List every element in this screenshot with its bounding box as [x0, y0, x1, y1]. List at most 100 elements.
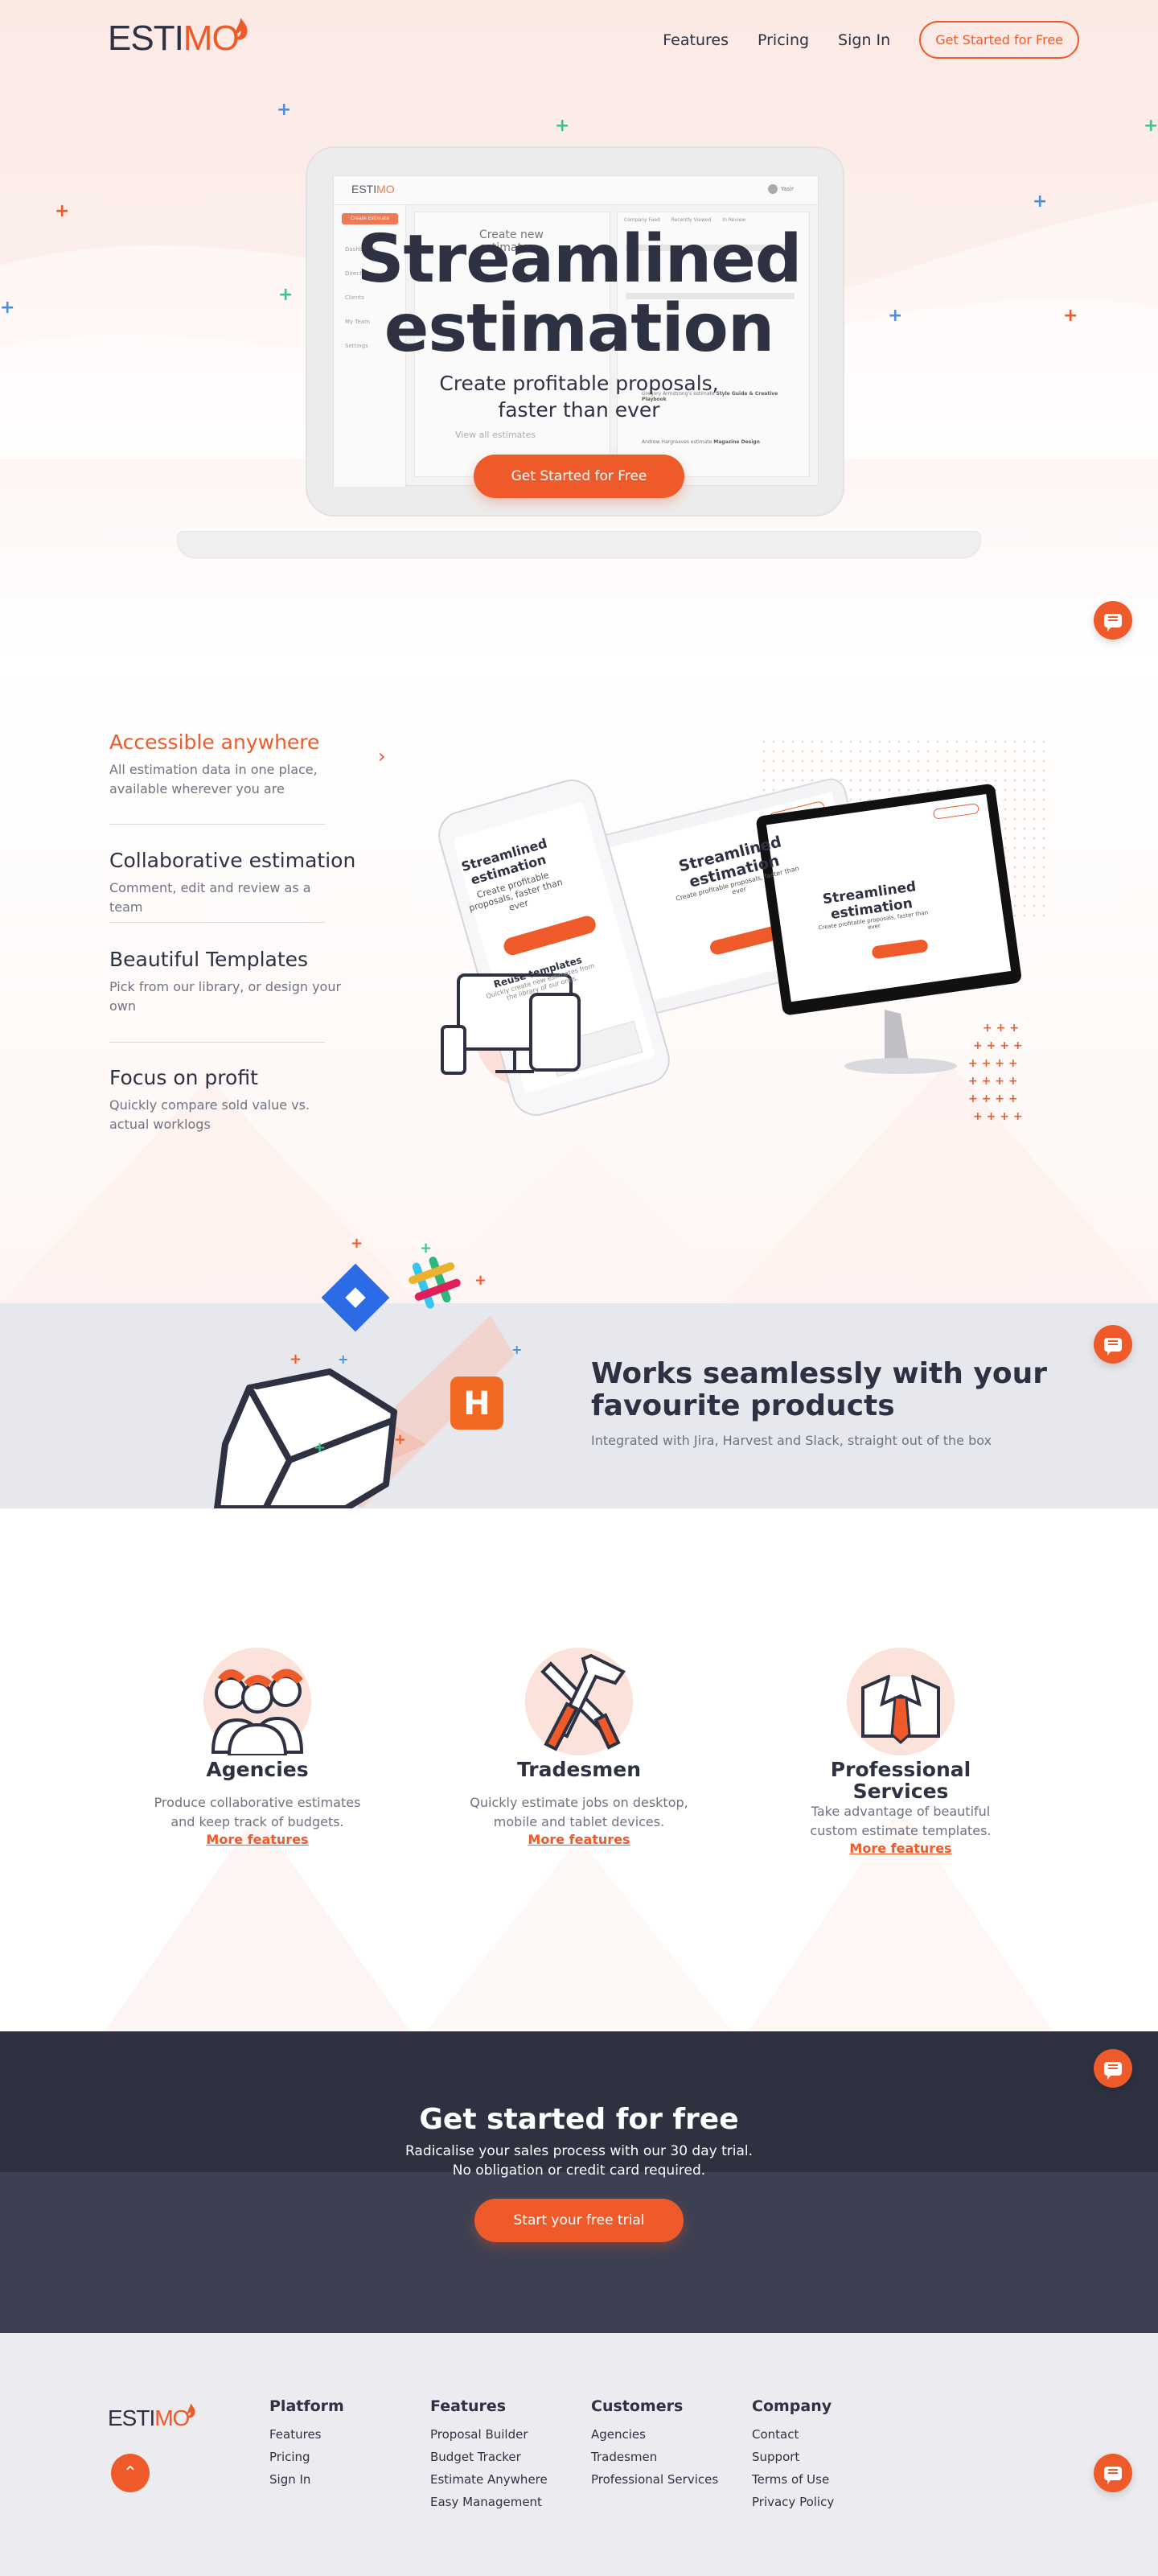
more-features-link[interactable]: More features [528, 1832, 630, 1847]
harvest-logo-letter: H [463, 1385, 490, 1422]
feature-divider [109, 824, 325, 825]
feature-title: Focus on profit [109, 1066, 258, 1089]
mock-logo-accent: MO [376, 183, 395, 195]
audience-title: Professional Services [830, 1758, 971, 1803]
footer-logo-text-main: ESTI [108, 2405, 155, 2430]
mock-avatar [768, 184, 778, 194]
nav-link-pricing[interactable]: Pricing [758, 31, 809, 49]
feature-item-collaborative[interactable]: Collaborative estimation Comment, edit a… [109, 849, 375, 917]
feature-title: Beautiful Templates [109, 948, 309, 971]
cta-line: Radicalise your sales process with our 3… [404, 2143, 754, 2159]
footer-link[interactable]: Estimate Anywhere [430, 2468, 548, 2491]
tools-icon [540, 1653, 626, 1751]
mock-view-all: View all estimates [455, 430, 536, 440]
svg-text:+: + [290, 1351, 302, 1368]
footer-col-customers: Customers Agencies Tradesmen Professiona… [591, 2397, 718, 2491]
hero-get-started-button[interactable]: Get Started for Free [474, 455, 684, 498]
sparkle-icon: + [1144, 116, 1158, 136]
feature-divider [109, 1042, 325, 1043]
top-nav: ESTIMO Features Pricing Sign In Get Star… [0, 14, 1158, 63]
tradesmen-illustration [525, 1648, 633, 1755]
nav-get-started-button[interactable]: Get Started for Free [919, 21, 1079, 59]
feature-item-templates[interactable]: Beautiful Templates Pick from our librar… [109, 948, 375, 1016]
professional-services-illustration [847, 1648, 955, 1755]
feature-item-profit[interactable]: Focus on profit Quickly compare sold val… [109, 1066, 375, 1134]
footer-link[interactable]: Easy Management [430, 2491, 548, 2513]
footer-link[interactable]: Professional Services [591, 2468, 718, 2491]
svg-text:+ + + +: + + + + [973, 1039, 1023, 1052]
nav-link-sign-in[interactable]: Sign In [838, 31, 890, 49]
page: + + + + + + + + + ESTIMO Features Pricin… [0, 0, 1158, 2576]
integrations-illustration: H + + + + + + + + [214, 1235, 522, 1508]
chat-bubble-icon[interactable] [1094, 2454, 1132, 2492]
audience-card-tradesmen: Tradesmen Quickly estimate jobs on deskt… [458, 1648, 700, 1847]
footer-heading: Company [752, 2397, 832, 2415]
footer-heading: Features [430, 2397, 507, 2415]
footer-link[interactable]: Features [269, 2423, 344, 2446]
feature-item-accessible[interactable]: Accessible anywhere All estimation data … [109, 730, 375, 799]
more-features-link[interactable]: More features [206, 1832, 308, 1847]
more-features-link[interactable]: More features [849, 1841, 951, 1856]
footer-logo[interactable]: ESTIMO [108, 2402, 197, 2430]
footer-link[interactable]: Sign In [269, 2468, 344, 2491]
feature-desc: Comment, edit and review as a team [109, 880, 311, 915]
svg-text:+: + [420, 1240, 432, 1257]
feature-desc: All estimation data in one place, availa… [109, 762, 318, 796]
hero-subtitle-line: Create profitable proposals, [439, 372, 719, 395]
footer-link[interactable]: Pricing [269, 2446, 344, 2468]
mock-logo-main: ESTI [351, 183, 377, 195]
agencies-illustration [203, 1648, 311, 1755]
logo[interactable]: ESTIMO [108, 16, 250, 56]
audience-card-professional-services: Professional Services Take advantage of … [780, 1648, 1021, 1856]
mock-feed-item: Andrew Hargreaves estimate Magazine Desi… [642, 439, 760, 445]
svg-text:+: + [511, 1342, 522, 1357]
hero-subtitle-line: faster than ever [498, 398, 660, 422]
audience-title: Tradesmen [516, 1758, 642, 1781]
svg-text:+: + [338, 1352, 348, 1367]
chat-bubble-icon[interactable] [1094, 2049, 1132, 2088]
audience-desc: Produce collaborative estimates and keep… [154, 1795, 361, 1829]
audience-desc: Quickly estimate jobs on desktop, mobile… [470, 1795, 688, 1829]
footer-link[interactable]: Terms of Use [752, 2468, 834, 2491]
footer [0, 2333, 1158, 2576]
laptop-base [177, 531, 981, 558]
nav-links: Features Pricing Sign In Get Started for… [663, 21, 1079, 59]
svg-text:+: + [314, 1439, 326, 1456]
svg-text:+ + + +: + + + + [968, 1093, 1018, 1105]
footer-link[interactable]: Tradesmen [591, 2446, 718, 2468]
feature-title: Accessible anywhere [109, 730, 320, 754]
jira-logo [321, 1263, 390, 1332]
footer-link[interactable]: Proposal Builder [430, 2423, 548, 2446]
start-free-trial-button[interactable]: Start your free trial [474, 2199, 684, 2242]
shirt-tie-icon [861, 1674, 940, 1745]
svg-text:+ + +: + + + [983, 1022, 1019, 1035]
cta-title: Get started for free [419, 2103, 739, 2136]
integrations-title-line: favourite products [591, 1389, 895, 1422]
audience-title: Agencies [206, 1758, 309, 1781]
arrow-up-icon[interactable]: ⌃ [111, 2454, 150, 2492]
flame-icon [187, 2403, 195, 2418]
sparkle-icon: + [1033, 191, 1048, 212]
chat-bubble-icon[interactable] [1094, 601, 1132, 640]
feature-desc: Pick from our library, or design your ow… [109, 979, 342, 1014]
svg-text:+: + [394, 1431, 406, 1448]
hero-title-line: Streamlined [356, 221, 803, 298]
hero-subtitle: Create profitable proposals, faster than… [0, 370, 1158, 423]
footer-link[interactable]: Privacy Policy [752, 2491, 834, 2513]
footer-link[interactable]: Contact [752, 2423, 834, 2446]
devices-illustration: + + + + + + + + + + + + + + + + + + + + … [434, 740, 1045, 1158]
feature-divider [109, 922, 325, 923]
footer-link[interactable]: Support [752, 2446, 834, 2468]
svg-text:+: + [351, 1235, 363, 1252]
chevron-right-icon[interactable]: › [378, 745, 386, 767]
svg-text:+: + [474, 1272, 487, 1289]
chat-bubble-icon[interactable] [1094, 1325, 1132, 1364]
nav-link-features[interactable]: Features [663, 31, 729, 49]
svg-text:+ + + +: + + + + [968, 1075, 1018, 1088]
footer-link[interactable]: Budget Tracker [430, 2446, 548, 2468]
mock-app-header: ESTIMO Yasir [334, 176, 818, 205]
hero-title: Streamlined estimation [0, 225, 1158, 364]
footer-link[interactable]: Agencies [591, 2423, 718, 2446]
svg-text:+ + + +: + + + + [968, 1057, 1018, 1070]
integrations-subtitle: Integrated with Jira, Harvest and Slack,… [591, 1433, 992, 1448]
